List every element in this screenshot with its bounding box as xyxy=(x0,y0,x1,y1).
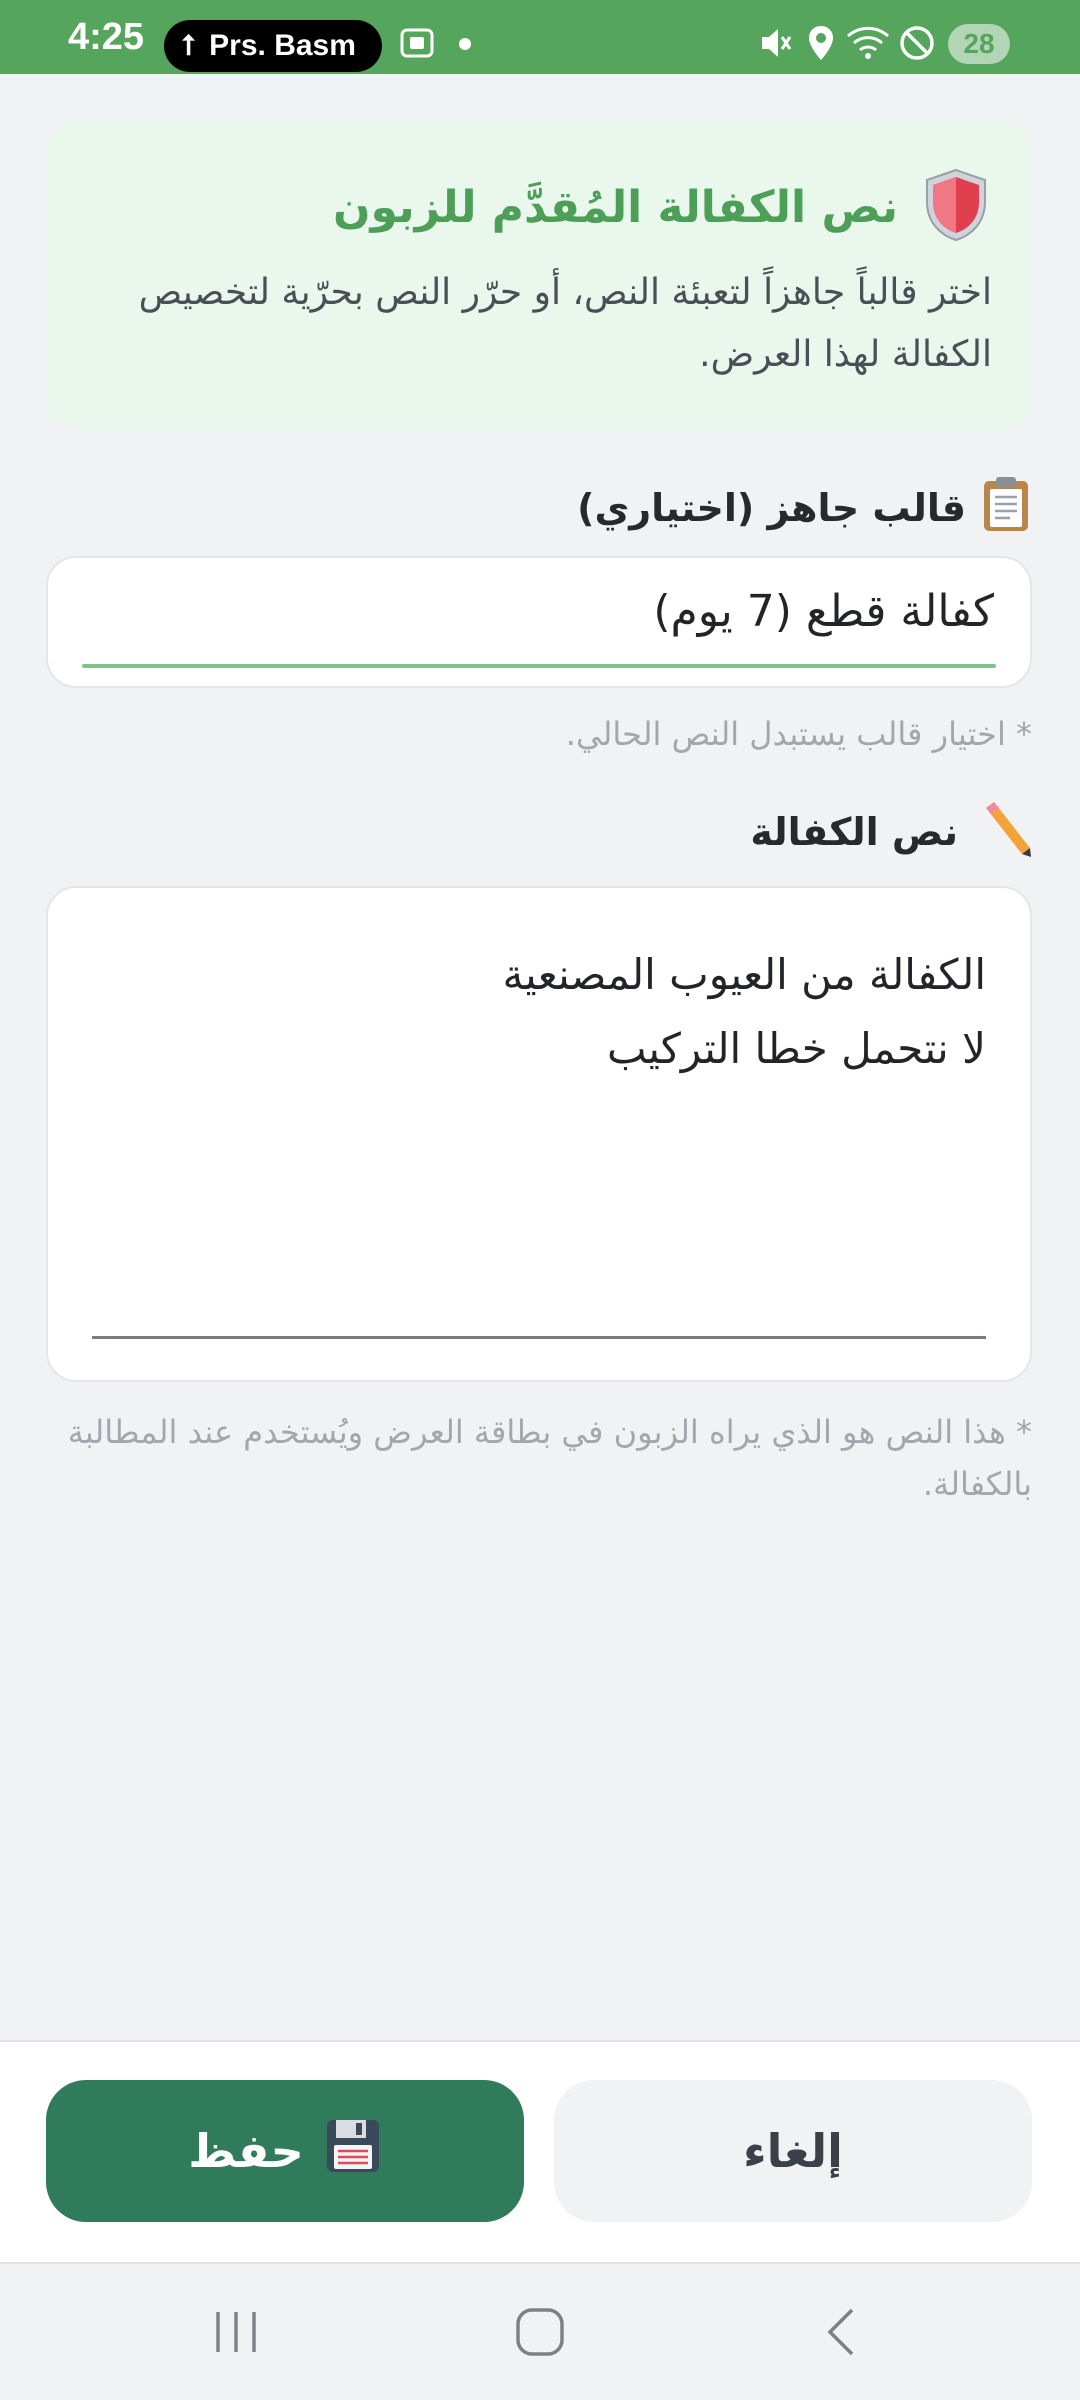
battery-indicator: 28 xyxy=(948,24,1010,64)
status-time: 4:25 xyxy=(68,16,145,58)
info-card: نص الكفالة المُقدَّم للزبون اختر قالباً … xyxy=(46,120,1032,430)
dot-icon xyxy=(458,36,472,55)
wifi-icon xyxy=(846,24,890,66)
floppy-disk-icon xyxy=(324,2117,382,2186)
info-description: اختر قالباً جاهزاً لتعبئة النص، أو حرّر … xyxy=(138,272,992,375)
template-focus-underline xyxy=(82,664,996,668)
location-icon xyxy=(806,24,836,66)
home-icon[interactable] xyxy=(508,2304,572,2364)
template-select[interactable]: كفالة قطع (7 يوم) xyxy=(46,556,1032,688)
cancel-label: إلغاء xyxy=(743,2124,843,2178)
notification-pill-text: Prs. Basm xyxy=(209,29,356,62)
pencil-icon xyxy=(972,798,1032,867)
template-section-label: قالب جاهز (اختياري) xyxy=(577,476,1032,540)
warranty-hint: * هذا النص هو الذي يراه الزبون في بطاقة … xyxy=(67,1413,1032,1503)
screenshot-icon xyxy=(398,24,436,66)
template-label-text: قالب جاهز (اختياري) xyxy=(577,486,966,530)
warranty-section-label: نص الكفالة xyxy=(750,800,1032,864)
recents-icon[interactable] xyxy=(206,2304,266,2364)
template-selected-value: كفالة قطع (7 يوم) xyxy=(653,586,994,637)
clipboard-icon xyxy=(980,475,1032,542)
shield-icon xyxy=(920,167,992,247)
back-icon[interactable] xyxy=(812,2304,872,2364)
status-bar: 4:25 ⭡ Prs. Basm 28 xyxy=(0,0,1080,74)
cancel-button[interactable]: إلغاء xyxy=(554,2080,1032,2222)
navigation-bar xyxy=(0,2264,1080,2400)
info-title: نص الكفالة المُقدَّم للزبون xyxy=(332,181,898,233)
warranty-text-area[interactable]: الكفالة من العيوب المصنعية لا نتحمل خطا … xyxy=(46,886,1032,1382)
template-hint: * اختيار قالب يستبدل النص الحالي. xyxy=(565,715,1032,753)
do-not-disturb-icon xyxy=(898,24,936,66)
save-button[interactable]: حفظ xyxy=(46,2080,524,2222)
upload-arrow-icon: ⭡ xyxy=(182,30,196,61)
save-label: حفظ xyxy=(188,2124,304,2178)
mute-icon xyxy=(758,24,794,66)
warranty-text-underline xyxy=(92,1336,986,1339)
warranty-text-value: الكفالة من العيوب المصنعية لا نتحمل خطا … xyxy=(502,950,986,1073)
notification-pill[interactable]: ⭡ Prs. Basm xyxy=(164,20,382,72)
info-title-row: نص الكفالة المُقدَّم للزبون xyxy=(86,168,992,242)
action-bar: حفظ إلغاء xyxy=(0,2040,1080,2264)
warranty-label-text: نص الكفالة xyxy=(750,810,958,854)
